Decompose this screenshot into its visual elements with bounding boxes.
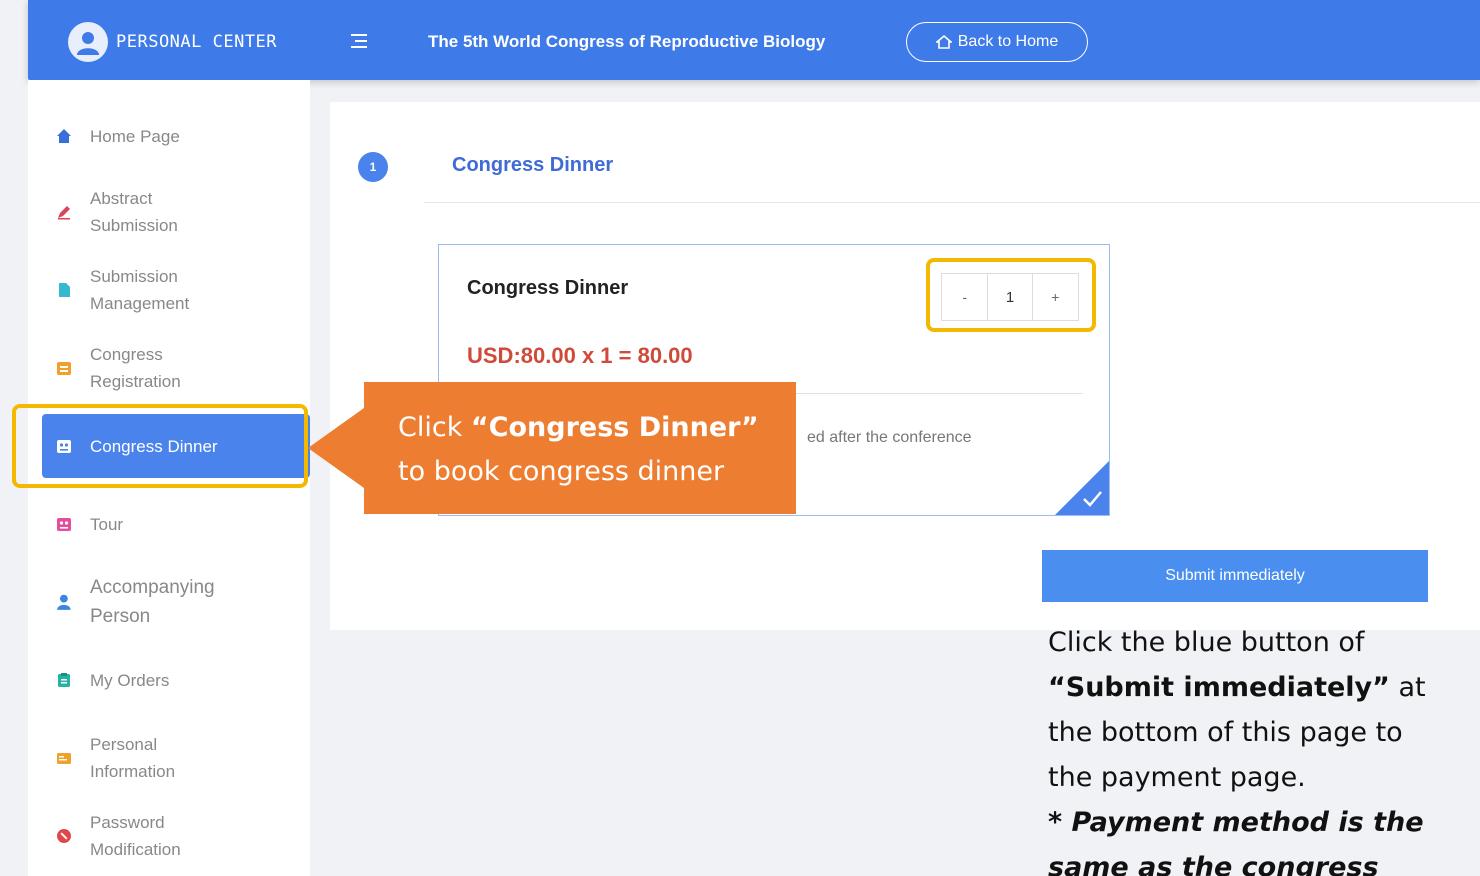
main-panel: 1 Congress Dinner Congress Dinner - 1 + …	[330, 102, 1480, 630]
instr-italic-2: same as the congress	[1048, 852, 1379, 876]
sidebar-item-label: Home Page	[90, 126, 180, 146]
increment-button[interactable]: +	[1033, 274, 1078, 320]
sidebar-item-congress-dinner[interactable]: Congress Dinner	[42, 414, 310, 478]
sidebar-item-label: Congress Registration	[90, 345, 181, 391]
step-number-badge: 1	[358, 152, 388, 182]
logo-text: PERSONAL CENTER	[116, 32, 278, 52]
quantity-stepper[interactable]: - 1 +	[941, 273, 1079, 321]
conference-title: The 5th World Congress of Reproductive B…	[428, 32, 826, 51]
home-icon	[935, 34, 952, 49]
callout-bold: “Congress Dinner”	[470, 412, 759, 443]
sidebar-item-label: Password Modification	[90, 813, 181, 859]
callout-prefix: Click	[398, 412, 471, 443]
callout-suffix: to book congress dinner	[398, 456, 725, 487]
instr-line-2: “Submit immediately” at	[1048, 665, 1480, 710]
section-divider	[424, 202, 1480, 203]
sidebar-item-congress-registration[interactable]: Congress Registration	[28, 340, 310, 396]
instr-line-6: same as the congress	[1048, 845, 1480, 876]
menu-toggle-icon[interactable]	[348, 30, 370, 52]
dinner-icon	[57, 440, 71, 453]
section-title: Congress Dinner	[452, 154, 614, 176]
card-note-text: ed after the conference	[807, 429, 972, 446]
sidebar-item-personal-information[interactable]: Personal Information	[28, 730, 310, 786]
logo[interactable]: PERSONAL CENTER	[68, 22, 277, 62]
sidebar-item-submission-management[interactable]: Submission Management	[28, 262, 310, 318]
sidebar-item-label: Accompanying Person	[90, 577, 215, 627]
tour-icon	[57, 518, 71, 531]
price-total: USD:80.00 x 1 = 80.00	[467, 343, 693, 368]
instr-line-5: * Payment method is the	[1048, 800, 1480, 845]
sidebar-item-abstract-submission[interactable]: Abstract Submission	[28, 184, 310, 240]
user-avatar-icon	[68, 22, 108, 62]
instr-line-3: the bottom of this page to	[1048, 717, 1403, 748]
password-icon	[57, 829, 71, 843]
decrement-button[interactable]: -	[942, 274, 987, 320]
id-card-icon	[57, 753, 71, 764]
document-icon	[59, 283, 70, 297]
top-header: PERSONAL CENTER The 5th World Congress o…	[28, 0, 1480, 80]
instructions-text: Click the blue button of “Submit immedia…	[1048, 620, 1480, 876]
orders-icon	[58, 673, 70, 687]
callout-arrow	[308, 408, 364, 488]
sidebar-item-label: My Orders	[90, 670, 170, 690]
submit-immediately-button[interactable]: Submit immediately	[1042, 550, 1428, 602]
instr-bold: “Submit immediately”	[1048, 672, 1390, 703]
callout-box: Click “Congress Dinner” to book congress…	[364, 382, 796, 514]
back-to-home-label: Back to Home	[957, 33, 1059, 50]
card-title: Congress Dinner	[467, 277, 629, 299]
sidebar-item-label: Tour	[90, 514, 124, 534]
sidebar-item-home[interactable]: Home Page	[28, 118, 310, 154]
sidebar-item-password-modification[interactable]: Password Modification	[28, 808, 310, 864]
sidebar-item-label: Personal Information	[90, 735, 176, 781]
sidebar-item-label: Congress Dinner	[90, 436, 218, 456]
edit-icon	[58, 206, 70, 220]
sidebar: Home Page Abstract Submission Submission…	[28, 80, 310, 876]
instr-line-2-rest: at	[1389, 672, 1426, 703]
instr-line-4: the payment page.	[1048, 762, 1306, 793]
checkmark-icon	[1083, 491, 1102, 507]
registration-icon	[57, 362, 71, 375]
person-icon	[57, 594, 71, 610]
sidebar-item-my-orders[interactable]: My Orders	[28, 662, 310, 698]
quantity-value[interactable]: 1	[987, 274, 1033, 320]
back-to-home-button[interactable]: Back to Home	[906, 22, 1088, 62]
instr-italic-1: * Payment method is the	[1048, 807, 1424, 838]
sidebar-item-label: Abstract Submission	[90, 189, 178, 235]
instr-line-1: Click the blue button of	[1048, 627, 1365, 658]
sidebar-item-accompanying-person[interactable]: Accompanying Person	[28, 572, 310, 632]
sidebar-item-label: Submission Management	[90, 267, 190, 313]
sidebar-item-tour[interactable]: Tour	[28, 506, 310, 542]
home-icon	[57, 129, 71, 143]
